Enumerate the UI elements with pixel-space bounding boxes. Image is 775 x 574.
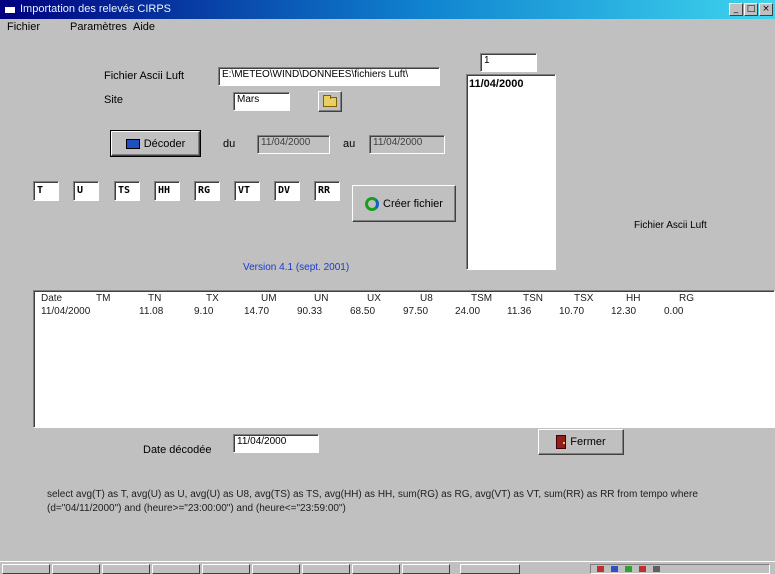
table-cell: 68.50	[350, 306, 376, 317]
table-cell: 90.33	[297, 306, 323, 317]
table-header: UX	[367, 293, 381, 304]
table-header: TSM	[471, 293, 493, 304]
menu-fichier[interactable]: Fichier	[7, 21, 40, 33]
window-title: Importation des relevés CIRPS	[20, 3, 172, 15]
code-box-dv[interactable]: DV	[274, 181, 300, 201]
decoded-date-field[interactable]: 11/04/2000	[233, 434, 319, 453]
tray-icon[interactable]	[611, 566, 618, 572]
table-header: TSX	[574, 293, 594, 304]
open-folder-icon	[323, 94, 337, 107]
close-app-label: Fermer	[570, 436, 606, 448]
table-cell: 24.00	[455, 306, 481, 317]
title-bar: Importation des relevés CIRPS _ □ ×	[0, 0, 775, 19]
code-box-vt[interactable]: VT	[234, 181, 260, 201]
menu-bar: Fichier Paramètres Aide	[0, 19, 775, 36]
refresh-icon	[365, 196, 380, 211]
tray-icon[interactable]	[653, 566, 660, 572]
table-header: HH	[626, 293, 641, 304]
table-cell: 12.30	[611, 306, 637, 317]
taskbar	[0, 561, 775, 574]
code-box-hh[interactable]: HH	[154, 181, 180, 201]
results-table[interactable]: Date TM TN TX UM UN UX U8 TSM TSN TSX HH…	[33, 290, 775, 428]
table-header: TSN	[523, 293, 543, 304]
table-header: U8	[420, 293, 433, 304]
ascii-file-label: Fichier Ascii Luft	[104, 70, 185, 82]
table-cell: 0.00	[664, 306, 684, 317]
create-file-button[interactable]: Créer fichier	[352, 185, 456, 222]
code-box-ts[interactable]: TS	[114, 181, 140, 201]
code-box-t[interactable]: T	[33, 181, 59, 201]
decode-button-label: Décoder	[143, 137, 186, 150]
ascii-luft-label: Fichier Ascii Luft	[634, 220, 707, 231]
list-item[interactable]: 11/04/2000	[469, 78, 523, 90]
browse-button[interactable]	[318, 91, 342, 112]
ascii-path-field[interactable]: E:\METEO\WIND\DONNEES\fichiers Luft\	[218, 67, 440, 86]
table-cell: 10.70	[559, 306, 585, 317]
decode-button[interactable]: Décoder	[110, 130, 201, 157]
count-field[interactable]: 1	[480, 53, 537, 72]
minimize-button[interactable]: _	[729, 3, 743, 16]
tray-icon[interactable]	[625, 566, 632, 572]
table-header: RG	[679, 293, 694, 304]
to-date-field[interactable]: 11/04/2000	[369, 135, 445, 154]
menu-aide[interactable]: Aide	[133, 21, 155, 33]
decoded-date-label: Date décodée	[143, 444, 212, 456]
to-label: au	[343, 138, 356, 150]
table-cell: 11/04/2000	[41, 306, 91, 317]
menu-parametres[interactable]: Paramètres	[70, 21, 127, 33]
site-field[interactable]: Mars	[233, 92, 290, 111]
decode-icon	[125, 138, 140, 149]
from-label: du	[223, 138, 236, 150]
table-cell: 14.70	[244, 306, 270, 317]
table-cell: 11.36	[507, 306, 532, 317]
table-header: TM	[96, 293, 111, 304]
table-cell: 97.50	[403, 306, 429, 317]
app-icon	[4, 3, 16, 14]
table-header: UM	[261, 293, 277, 304]
table-header: Date	[41, 293, 63, 304]
version-label: Version 4.1 (sept. 2001)	[243, 262, 350, 273]
tray-icon[interactable]	[639, 566, 646, 572]
code-box-rg[interactable]: RG	[194, 181, 220, 201]
date-listbox[interactable]: 11/04/2000	[466, 74, 556, 270]
close-app-button[interactable]: Fermer	[538, 429, 624, 455]
close-button[interactable]: ×	[759, 3, 773, 16]
create-file-label: Créer fichier	[383, 197, 443, 210]
code-box-u[interactable]: U	[73, 181, 99, 201]
table-header: TN	[148, 293, 162, 304]
tray-icon[interactable]	[597, 566, 604, 572]
maximize-button[interactable]: □	[744, 3, 758, 16]
door-icon	[556, 435, 567, 449]
sql-query-text: select avg(T) as T, avg(U) as U, avg(U) …	[47, 489, 698, 514]
site-label: Site	[104, 94, 123, 106]
table-header: UN	[314, 293, 329, 304]
table-cell: 9.10	[194, 306, 214, 317]
table-header: TX	[206, 293, 219, 304]
table-cell: 11.08	[139, 306, 164, 317]
from-date-field[interactable]: 11/04/2000	[257, 135, 330, 154]
code-box-rr[interactable]: RR	[314, 181, 340, 201]
